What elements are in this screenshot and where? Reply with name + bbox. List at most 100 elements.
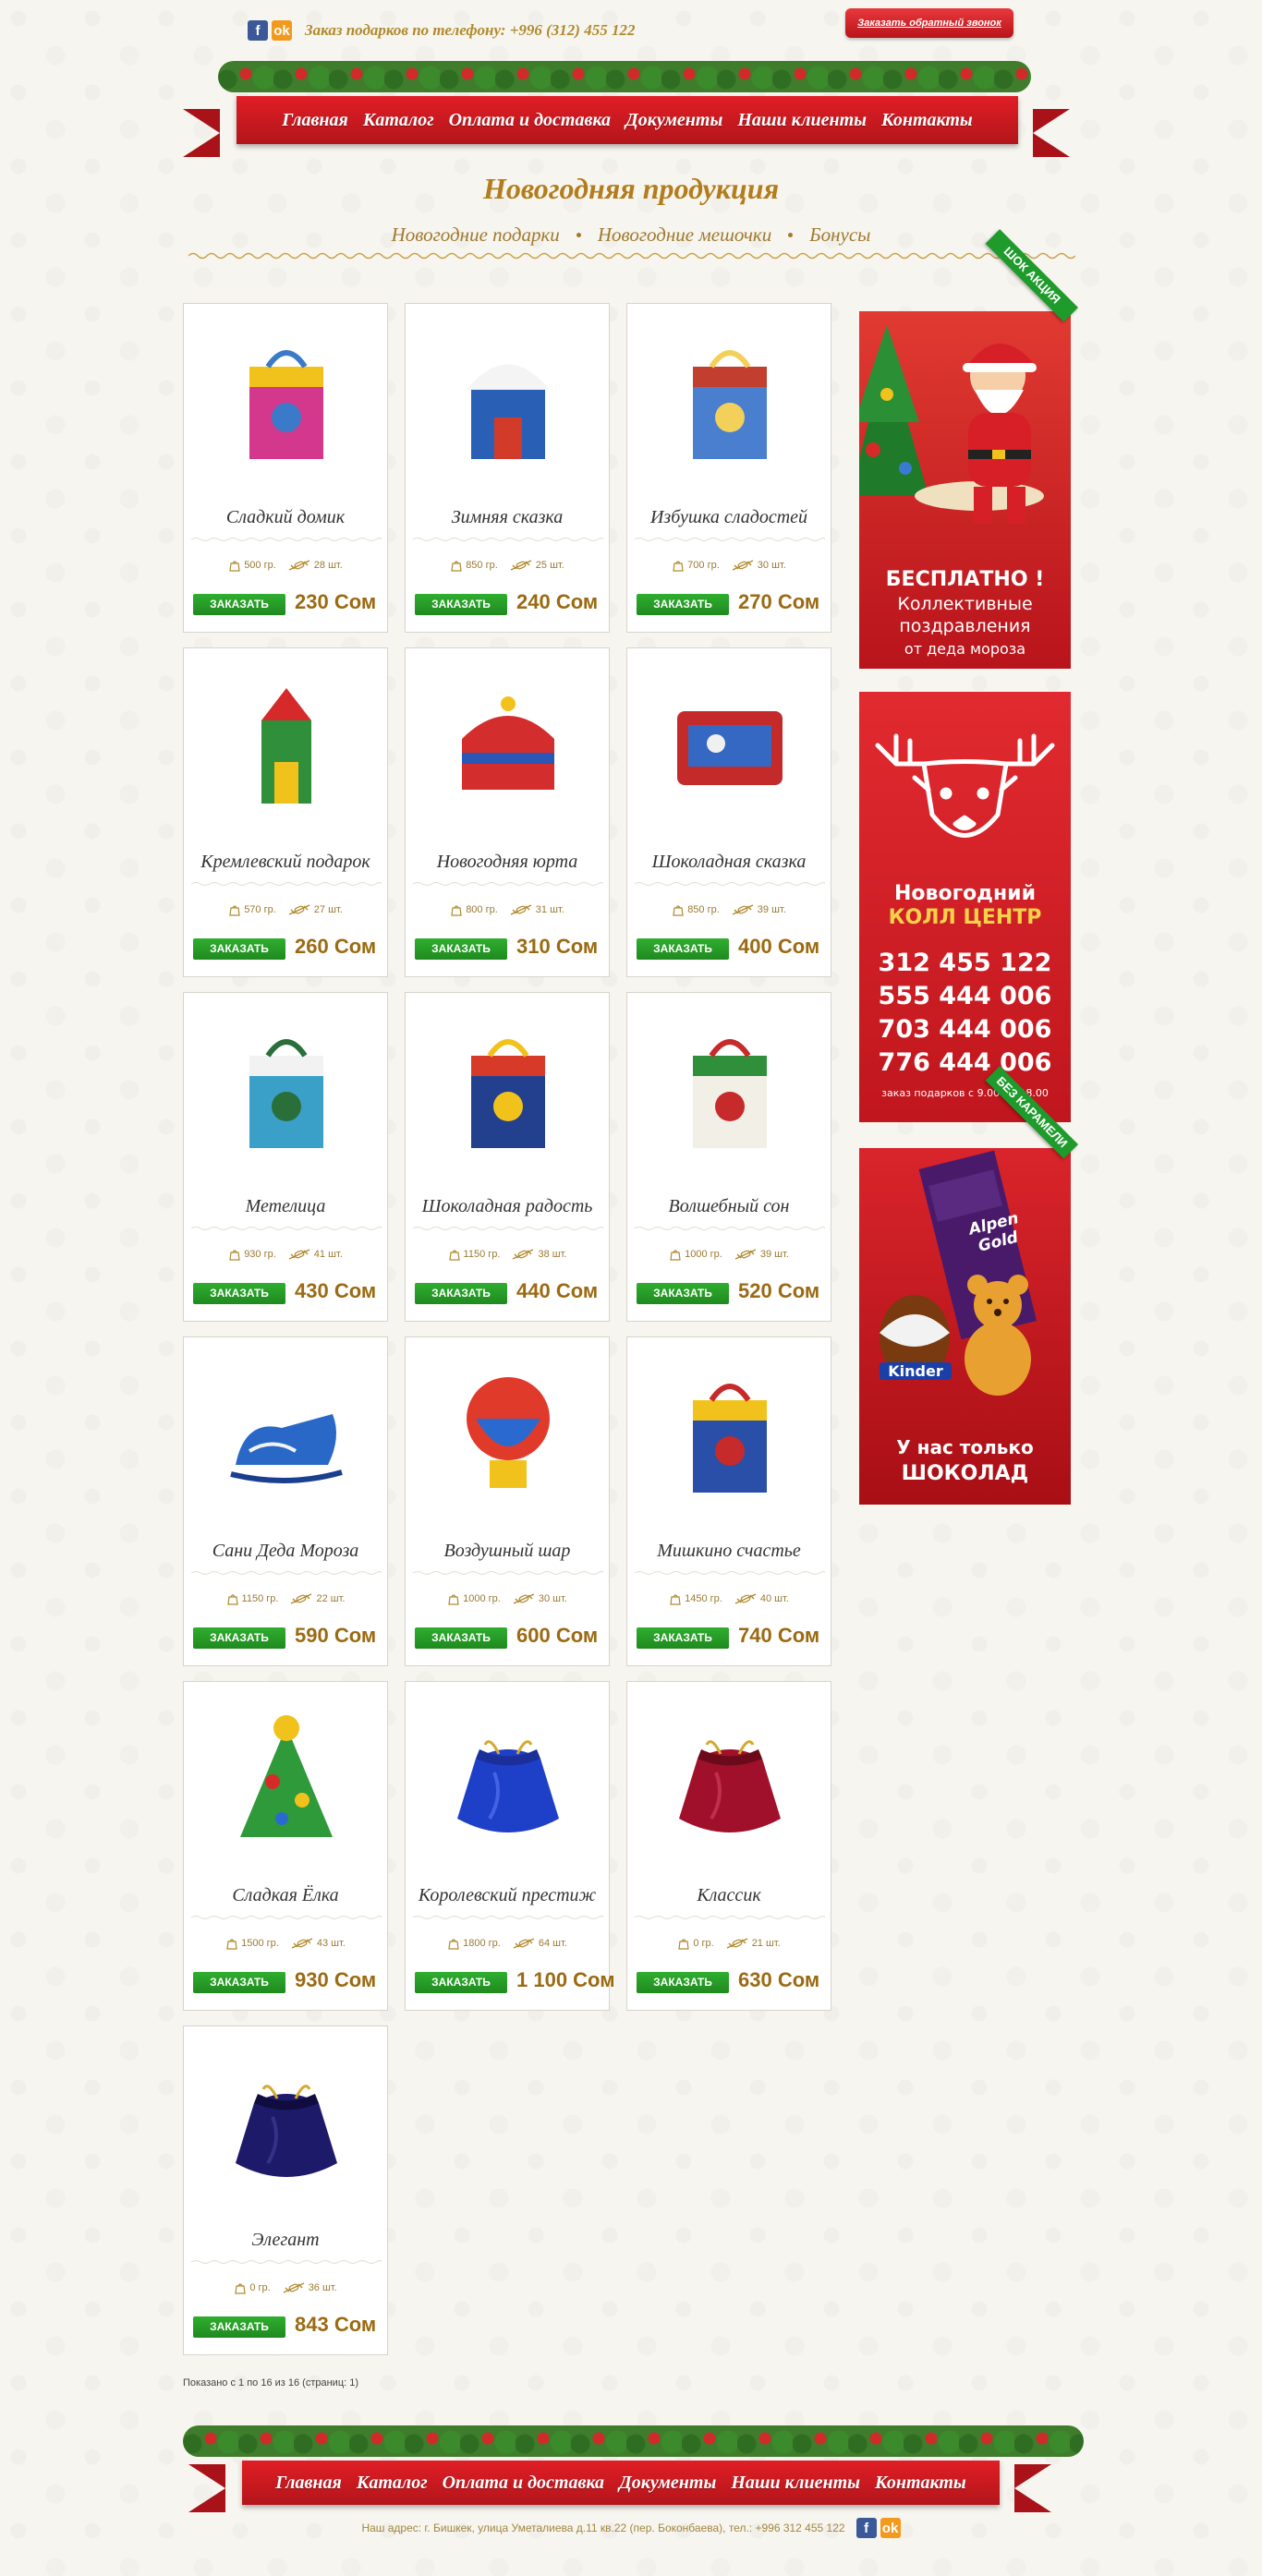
product-card[interactable]: Кремлевский подарок 570 гр. 27 шт. ЗАКАЗ… [183,647,388,977]
product-name[interactable]: Кремлевский подарок [184,852,387,873]
product-image[interactable] [439,330,577,468]
callcenter-title-2: КОЛЛ ЦЕНТР [888,906,1042,929]
facebook-icon[interactable]: f [855,2518,877,2538]
product-image[interactable] [217,2052,356,2191]
product-image[interactable] [661,674,799,813]
product-card[interactable]: Метелица 930 гр. 41 шт. ЗАКАЗАТЬ 430 Сом [183,992,388,1322]
card-separator [635,1916,825,1919]
nav-catalog[interactable]: Каталог [363,110,434,131]
phone-number[interactable]: 555 444 006 [859,980,1071,1013]
callback-button[interactable]: Заказать обратный звонок [845,8,1013,38]
card-separator [191,1571,382,1575]
order-button[interactable]: ЗАКАЗАТЬ [637,1283,729,1304]
odnoklassniki-icon[interactable]: ok [272,20,292,41]
product-image[interactable] [217,1019,356,1157]
product-name[interactable]: Волшебный сон [627,1196,831,1217]
order-button[interactable]: ЗАКАЗАТЬ [637,1972,729,1993]
product-image[interactable] [661,330,799,468]
order-button[interactable]: ЗАКАЗАТЬ [415,1283,507,1304]
product-name[interactable]: Классик [627,1885,831,1906]
product-name[interactable]: Шоколадная радость [406,1196,609,1217]
phone-number[interactable]: 312 455 122 [859,947,1071,980]
product-card[interactable]: Воздушный шар 1000 гр. 30 шт. ЗАКАЗАТЬ 6… [405,1336,610,1666]
product-card[interactable]: Королевский престиж 1800 гр. 64 шт. ЗАКА… [405,1681,614,2011]
subnav-bonuses[interactable]: Бонусы [809,224,870,247]
order-button[interactable]: ЗАКАЗАТЬ [193,1627,285,1649]
product-card[interactable]: Волшебный сон 1000 гр. 39 шт. ЗАКАЗАТЬ 5… [626,992,831,1322]
count-info: 31 шт. [509,903,564,916]
product-image[interactable] [661,1708,799,1846]
product-card[interactable]: Новогодняя юрта 800 гр. 31 шт. ЗАКАЗАТЬ … [405,647,610,977]
order-button[interactable]: ЗАКАЗАТЬ [193,938,285,960]
chocolate-banner[interactable]: Alpen Gold Kinder БЕЗ КАРАМЕЛИ У нас тол… [859,1066,1078,1505]
nav-clients[interactable]: Наши клиенты [737,110,867,131]
product-name[interactable]: Воздушный шар [406,1541,609,1562]
phone-number[interactable]: 776 444 006 [859,1046,1071,1080]
footer-nav-documents[interactable]: Документы [619,2473,716,2494]
product-name[interactable]: Мишкино счастье [627,1541,831,1562]
product-card[interactable]: Зимняя сказка 850 гр. 25 шт. ЗАКАЗАТЬ 24… [405,303,610,633]
nav-home[interactable]: Главная [282,110,348,131]
product-image[interactable] [661,1019,799,1157]
footer-nav-catalog[interactable]: Каталог [357,2473,428,2494]
product-card[interactable]: Шоколадная радость 1150 гр. 38 шт. ЗАКАЗ… [405,992,610,1322]
order-button[interactable]: ЗАКАЗАТЬ [637,1627,729,1649]
order-button[interactable]: ЗАКАЗАТЬ [193,594,285,615]
product-card[interactable]: Сладкая Ёлка 1500 гр. 43 шт. ЗАКАЗАТЬ 93… [183,1681,388,2011]
product-card[interactable]: Сани Деда Мороза 1150 гр. 22 шт. ЗАКАЗАТ… [183,1336,388,1666]
product-card[interactable]: Избушка сладостей 700 гр. 30 шт. ЗАКАЗАТ… [626,303,831,633]
product-card[interactable]: Элегант 0 гр. 36 шт. ЗАКАЗАТЬ 843 Сом [183,2026,388,2355]
product-name[interactable]: Королевский престиж [406,1885,609,1906]
product-name[interactable]: Новогодняя юрта [406,852,609,873]
nav-documents[interactable]: Документы [625,110,722,131]
product-image[interactable] [217,1708,356,1846]
order-button[interactable]: ЗАКАЗАТЬ [193,2316,285,2338]
product-image[interactable] [439,1019,577,1157]
odnoklassniki-icon[interactable]: ok [880,2518,901,2538]
product-image[interactable] [217,330,356,468]
weight-info: 1150 гр. [448,1248,500,1261]
product-name[interactable]: Шоколадная сказка [627,852,831,873]
footer-nav-clients[interactable]: Наши клиенты [731,2473,860,2494]
product-image[interactable] [439,674,577,813]
footer-nav-payment-delivery[interactable]: Оплата и доставка [443,2473,604,2494]
product-image[interactable] [217,674,356,813]
order-button[interactable]: ЗАКАЗАТЬ [415,1627,507,1649]
product-card[interactable]: Сладкий домик 500 гр. 28 шт. ЗАКАЗАТЬ 23… [183,303,388,633]
product-name[interactable]: Метелица [184,1196,387,1217]
subnav-gifts[interactable]: Новогодние подарки [392,224,560,247]
weight-info: 1450 гр. [669,1592,722,1605]
order-button[interactable]: ЗАКАЗАТЬ [415,1972,507,1993]
promo-banner[interactable]: ШОК АКЦИЯ БЕСПЛАТНО ! Коллективные поздр… [859,229,1078,669]
nav-payment-delivery[interactable]: Оплата и доставка [449,110,611,131]
product-name[interactable]: Сладкий домик [184,507,387,528]
product-card[interactable]: Классик 0 гр. 21 шт. ЗАКАЗАТЬ 630 Сом [626,1681,831,2011]
order-button[interactable]: ЗАКАЗАТЬ [637,594,729,615]
nav-contacts[interactable]: Контакты [881,110,973,131]
order-button[interactable]: ЗАКАЗАТЬ [415,938,507,960]
product-name[interactable]: Избушка сладостей [627,507,831,528]
footer-nav-home[interactable]: Главная [275,2473,342,2494]
product-image[interactable] [439,1708,577,1846]
product-image[interactable] [439,1363,577,1502]
product-card[interactable]: Шоколадная сказка 850 гр. 39 шт. ЗАКАЗАТ… [626,647,831,977]
callcenter-banner[interactable]: Новогодний КОЛЛ ЦЕНТР 312 455 122 555 44… [859,692,1071,1122]
order-button[interactable]: ЗАКАЗАТЬ [193,1972,285,1993]
count-info: 28 шт. [287,559,343,572]
order-button[interactable]: ЗАКАЗАТЬ [193,1283,285,1304]
footer-nav-contacts[interactable]: Контакты [875,2473,966,2494]
facebook-icon[interactable]: f [248,20,268,41]
subnav-bags[interactable]: Новогодние мешочки [598,224,771,247]
product-name[interactable]: Сладкая Ёлка [184,1885,387,1906]
product-image[interactable] [661,1363,799,1502]
count-info: 21 шт. [725,1937,781,1950]
phone-number[interactable]: 703 444 006 [859,1013,1071,1046]
santa-illustration [859,325,1044,524]
order-button[interactable]: ЗАКАЗАТЬ [637,938,729,960]
product-card[interactable]: Мишкино счастье 1450 гр. 40 шт. ЗАКАЗАТЬ… [626,1336,831,1666]
product-name[interactable]: Сани Деда Мороза [184,1541,387,1562]
product-name[interactable]: Зимняя сказка [406,507,609,528]
product-image[interactable] [217,1363,356,1502]
order-button[interactable]: ЗАКАЗАТЬ [415,594,507,615]
product-name[interactable]: Элегант [184,2230,387,2251]
